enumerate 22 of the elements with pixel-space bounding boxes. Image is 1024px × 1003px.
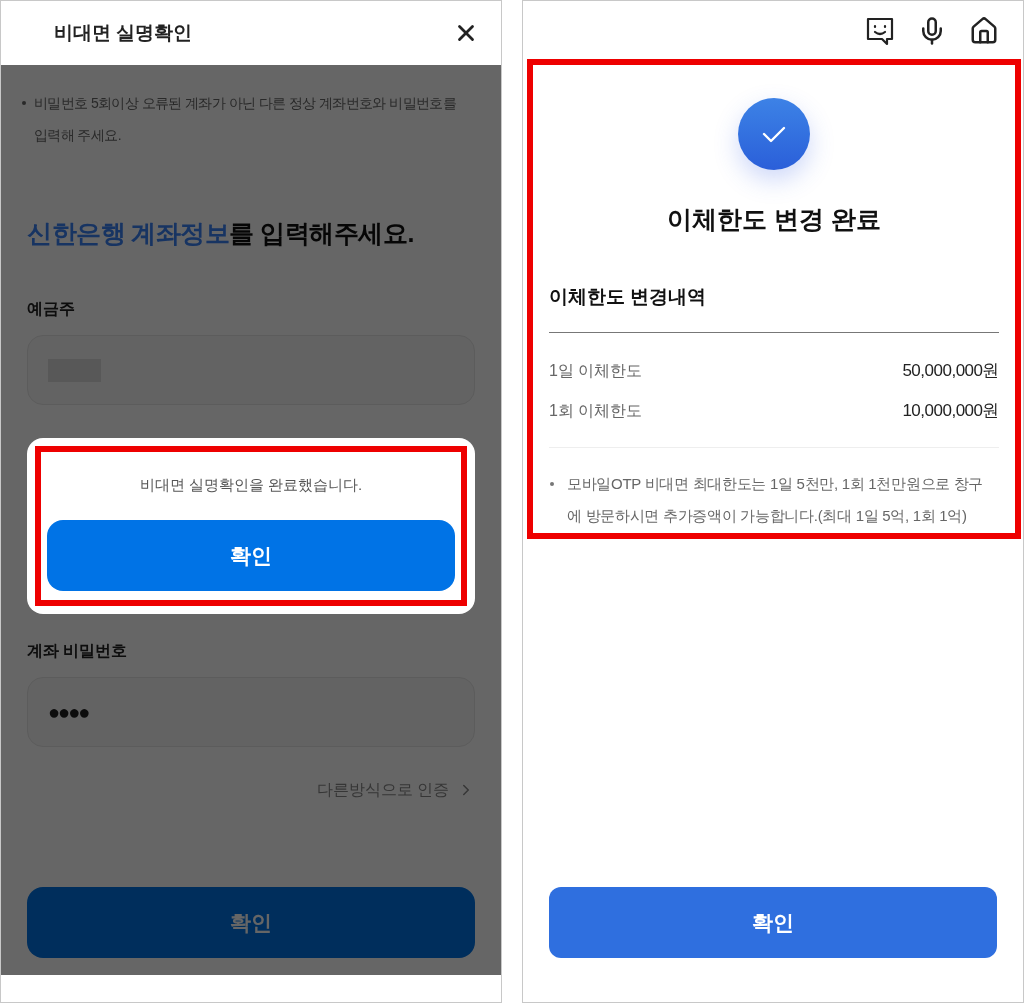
input-field[interactable]: ●●●●	[27, 677, 475, 747]
limit-value: 50,000,000원	[902, 360, 999, 382]
bullet-icon	[22, 101, 26, 105]
page-heading: 신한은행 계좌정보를 입력해주세요.	[27, 218, 415, 249]
result-title: 이체한도 변경 완료	[667, 204, 881, 235]
home-icon[interactable]	[969, 16, 999, 46]
confirm-button[interactable]: 확인	[27, 887, 475, 958]
field-label: 예금주	[27, 299, 76, 319]
limit-value: 10,000,000원	[902, 400, 999, 422]
screen-title: 비대면 실명확인	[54, 20, 193, 45]
chatbot-icon[interactable]	[865, 16, 895, 46]
note-text: 모바일OTP 비대면 최대한도는 1일 5천만, 1회 1천만원으로 창구에 방문하시면 추가증액이 가능합니다.(최대 1일 5억, 1회 1억)	[567, 474, 985, 526]
field-label: 계좌 비밀번호	[27, 641, 129, 661]
confirm-button[interactable]: 확인	[549, 887, 997, 958]
password-value: ●●●●	[48, 700, 89, 725]
section-title: 이체한도 변경내역	[549, 285, 708, 309]
limit-label: 1일 이체한도	[549, 361, 643, 381]
notice-text: 비밀번호 5회이상 오류된 계좌가 아닌 다른 정상 계좌번호와 비밀번호를 입력해 주세요.	[34, 94, 458, 145]
confirm-button[interactable]: 확인	[47, 520, 455, 591]
limit-label: 1회 이체한도	[549, 401, 643, 421]
bullet-icon	[550, 482, 554, 486]
dialog-message: 비대면 실명확인을 완료했습니다.	[139, 475, 363, 495]
